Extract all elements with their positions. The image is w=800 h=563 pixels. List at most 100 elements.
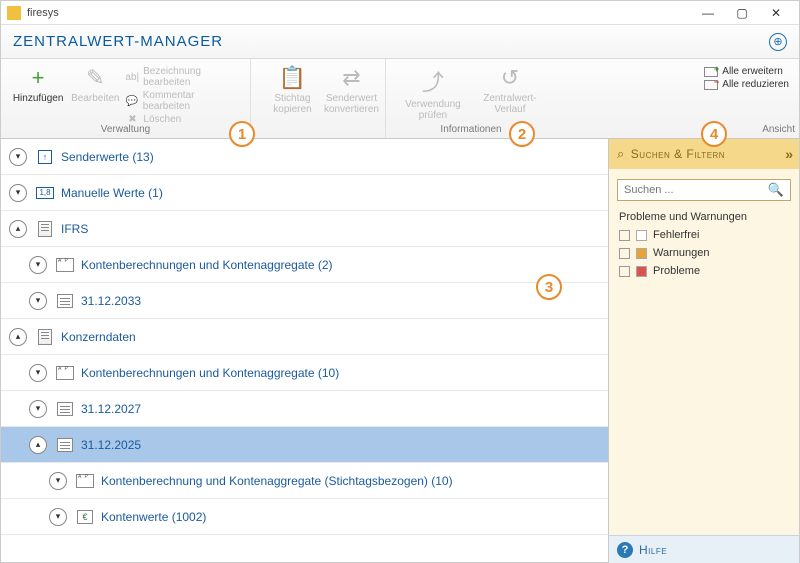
bezeichnung-label: Bezeichnung bearbeiten	[143, 66, 240, 88]
chevron-down-icon[interactable]: ▾	[9, 148, 27, 166]
verlauf-label: Zentralwert-Verlauf	[478, 93, 542, 115]
tree-label: 31.12.2033	[81, 294, 141, 308]
hinzufuegen-button[interactable]: + Hinzufügen	[9, 63, 67, 106]
kommentar-button[interactable]: 💬 Kommentar bearbeiten	[123, 89, 242, 113]
filter-title: Probleme und Warnungen	[619, 211, 789, 223]
tree-row-konzern[interactable]: ▴ Konzerndaten	[1, 319, 608, 355]
pencil-icon: ✎	[86, 65, 104, 91]
verwendung-label: Verwendung prüfen	[400, 99, 466, 121]
tree-row-ifrs-date[interactable]: ▾ 31.12.2033	[1, 283, 608, 319]
callout-4: 4	[701, 121, 727, 147]
verwendung-button[interactable]: ⤴ Verwendung prüfen	[394, 63, 472, 123]
ribbon: + Hinzufügen ✎ Bearbeiten ab| Bezeichnung…	[1, 59, 799, 139]
stichtag-label: Stichtag kopieren	[265, 93, 320, 115]
chevron-down-icon[interactable]: ▾	[49, 472, 67, 490]
calendar-copy-icon: 📋	[279, 65, 306, 91]
tree-row-ifrs[interactable]: ▴ IFRS	[1, 211, 608, 247]
minimize-button[interactable]: —	[691, 1, 725, 25]
bearbeiten-button[interactable]: ✎ Bearbeiten	[67, 63, 123, 106]
filter-section: Probleme und Warnungen Fehlerfrei Warnun…	[609, 211, 799, 283]
tree-label: 31.12.2027	[81, 402, 141, 416]
hilfe-label: Hilfe	[639, 543, 667, 557]
search-input[interactable]	[624, 184, 768, 196]
chevron-up-icon[interactable]: ▴	[29, 436, 47, 454]
chevron-down-icon[interactable]: ▾	[49, 508, 67, 526]
app-icon	[7, 6, 21, 20]
history-icon: ↺	[501, 65, 519, 91]
filter-label: Warnungen	[653, 247, 709, 259]
filter-probleme[interactable]: Probleme	[619, 265, 789, 277]
bearbeiten-label: Bearbeiten	[71, 93, 119, 104]
aggregate-icon	[55, 364, 75, 382]
check-usage-icon: ⤴	[422, 65, 444, 97]
manual-icon: 1,8	[35, 184, 55, 202]
tree-row-stichtag-konten[interactable]: ▾ Kontenberechnung und Kontenaggregate (…	[1, 463, 608, 499]
verwaltung-group-label: Verwaltung	[1, 124, 250, 135]
plus-icon: +	[32, 65, 45, 91]
content-area: 3 ▾ ↑ Senderwerte (13) ▾ 1,8 Manuelle We…	[1, 139, 799, 563]
filter-label: Fehlerfrei	[653, 229, 699, 241]
tree-label: Kontenberechnungen und Kontenaggregate (…	[81, 366, 339, 380]
erweitern-label: Alle erweitern	[722, 66, 783, 77]
bezeichnung-button[interactable]: ab| Bezeichnung bearbeiten	[123, 65, 242, 89]
hilfe-footer[interactable]: ? Hilfe	[609, 535, 799, 563]
tree-row-kontenwerte[interactable]: ▾ € Kontenwerte (1002)	[1, 499, 608, 535]
chevron-down-icon[interactable]: ▾	[9, 184, 27, 202]
chevron-down-icon[interactable]: ▾	[29, 364, 47, 382]
side-header[interactable]: ⌕ Suchen & Filtern »	[609, 139, 799, 169]
status-swatch-warn	[636, 248, 647, 259]
collapse-all-icon	[704, 80, 718, 90]
filter-label: Probleme	[653, 265, 700, 277]
senderwert-label: Senderwertkonvertieren	[324, 93, 379, 115]
rename-icon: ab|	[125, 72, 139, 83]
tree-label: Kontenwerte (1002)	[101, 510, 206, 524]
titlebar: firesys — ▢ ✕	[1, 1, 799, 25]
tree-label: 31.12.2025	[81, 438, 141, 452]
aggregate-icon	[75, 472, 95, 490]
chevron-down-icon[interactable]: ▾	[29, 400, 47, 418]
euro-icon: €	[75, 508, 95, 526]
chevron-up-icon[interactable]: ▴	[9, 220, 27, 238]
chevron-up-icon[interactable]: ▴	[9, 328, 27, 346]
tree-row-konzern-2027[interactable]: ▾ 31.12.2027	[1, 391, 608, 427]
close-button[interactable]: ✕	[759, 1, 793, 25]
tree-row-konzern-konten[interactable]: ▾ Kontenberechnungen und Kontenaggregate…	[1, 355, 608, 391]
callout-2: 2	[509, 121, 535, 147]
callout-1: 1	[229, 121, 255, 147]
maximize-button[interactable]: ▢	[725, 1, 759, 25]
filter-warnungen[interactable]: Warnungen	[619, 247, 789, 259]
tree-row-manuelle[interactable]: ▾ 1,8 Manuelle Werte (1)	[1, 175, 608, 211]
filter-fehlerfrei[interactable]: Fehlerfrei	[619, 229, 789, 241]
chevron-down-icon[interactable]: ▾	[29, 292, 47, 310]
tree-label: Kontenberechnung und Kontenaggregate (St…	[101, 474, 453, 488]
tree-label: Konzerndaten	[61, 330, 136, 344]
checkbox[interactable]	[619, 266, 630, 277]
tree-label: Kontenberechnungen und Kontenaggregate (…	[81, 258, 333, 272]
date-icon	[55, 400, 75, 418]
tree-row-ifrs-konten[interactable]: ▾ Kontenberechnungen und Kontenaggregate…	[1, 247, 608, 283]
side-header-label: Suchen & Filtern	[631, 147, 725, 161]
search-box[interactable]: 🔍	[617, 179, 791, 201]
senderwert-button[interactable]: ⇄ Senderwertkonvertieren	[326, 63, 377, 117]
verlauf-button[interactable]: ↺ Zentralwert-Verlauf	[472, 63, 548, 117]
date-icon	[55, 292, 75, 310]
stichtag-button[interactable]: 📋 Stichtag kopieren	[259, 63, 326, 117]
date-icon	[55, 436, 75, 454]
expand-pane-icon[interactable]: »	[785, 146, 791, 162]
alle-reduzieren-button[interactable]: Alle reduzieren	[704, 78, 789, 91]
tree-row-konzern-2025[interactable]: ▴ 31.12.2025	[1, 427, 608, 463]
kommentar-label: Kommentar bearbeiten	[143, 90, 240, 112]
globe-icon[interactable]: ⊕	[769, 33, 787, 51]
tree-label: Manuelle Werte (1)	[61, 186, 163, 200]
document-icon	[35, 220, 55, 238]
hinzufuegen-label: Hinzufügen	[13, 93, 64, 104]
chevron-down-icon[interactable]: ▾	[29, 256, 47, 274]
status-swatch-ok	[636, 230, 647, 241]
tree-label: Senderwerte (13)	[61, 150, 154, 164]
expand-all-icon	[704, 67, 718, 77]
app-header: ZENTRALWERT-MANAGER ⊕	[1, 25, 799, 59]
comment-icon: 💬	[125, 96, 138, 107]
search-icon[interactable]: 🔍	[768, 182, 784, 198]
checkbox[interactable]	[619, 248, 630, 259]
checkbox[interactable]	[619, 230, 630, 241]
